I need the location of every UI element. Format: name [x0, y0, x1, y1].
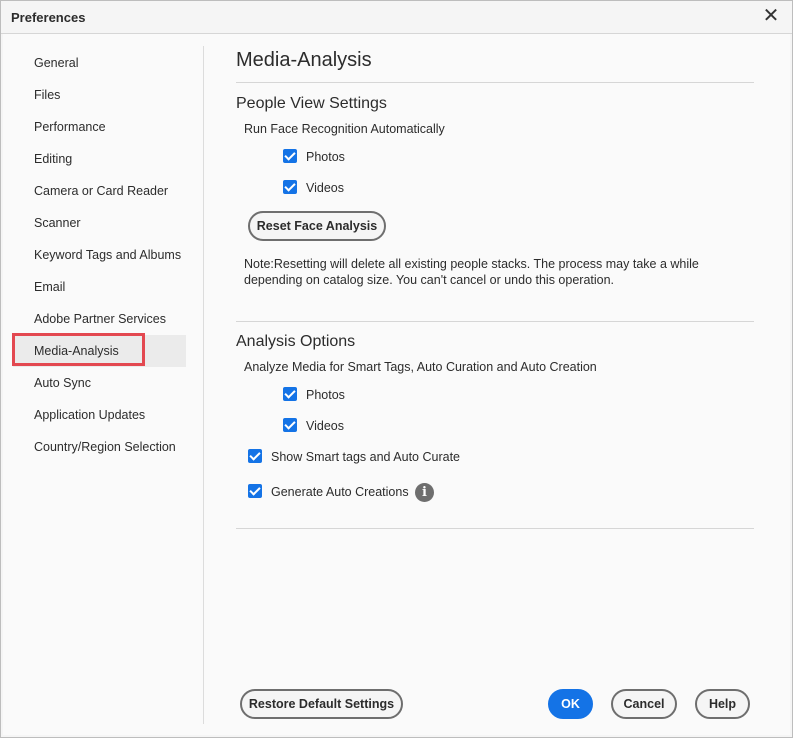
preferences-dialog: Preferences ✕ General Files Performance … — [0, 0, 793, 738]
analyze-media-label: Analyze Media for Smart Tags, Auto Curat… — [244, 360, 597, 374]
close-icon[interactable]: ✕ — [760, 5, 782, 27]
face-photos-label: Photos — [306, 150, 345, 164]
sidebar-item-camera-card-reader[interactable]: Camera or Card Reader — [13, 175, 186, 207]
sidebar-item-country-region[interactable]: Country/Region Selection — [13, 431, 186, 463]
people-view-heading: People View Settings — [236, 95, 387, 112]
help-button[interactable]: Help — [695, 689, 750, 719]
dialog-content: General Files Performance Editing Camera… — [3, 34, 790, 735]
sidebar-item-files[interactable]: Files — [13, 79, 186, 111]
sidebar: General Files Performance Editing Camera… — [3, 34, 203, 735]
face-photos-checkbox[interactable] — [283, 149, 297, 163]
sidebar-item-application-updates[interactable]: Application Updates — [13, 399, 186, 431]
cancel-button[interactable]: Cancel — [611, 689, 677, 719]
auto-creations-label: Generate Auto Creations — [271, 485, 409, 499]
sidebar-item-media-analysis[interactable]: Media-Analysis — [13, 335, 186, 367]
main-panel: Media-Analysis People View Settings Run … — [236, 34, 756, 735]
sidebar-item-general[interactable]: General — [13, 47, 186, 79]
title-bar: Preferences ✕ — [1, 1, 792, 34]
smart-tags-label: Show Smart tags and Auto Curate — [271, 450, 460, 464]
analysis-photos-checkbox[interactable] — [283, 387, 297, 401]
smart-tags-checkbox[interactable] — [248, 449, 262, 463]
face-videos-checkbox[interactable] — [283, 180, 297, 194]
sidebar-item-email[interactable]: Email — [13, 271, 186, 303]
reset-note: Note:Resetting will delete all existing … — [244, 257, 699, 287]
analysis-options-heading: Analysis Options — [236, 333, 356, 350]
page-title: Media-Analysis — [236, 49, 372, 71]
auto-creations-checkbox[interactable] — [248, 484, 262, 498]
divider — [236, 321, 754, 322]
sidebar-item-editing[interactable]: Editing — [13, 143, 186, 175]
sidebar-item-adobe-partner-services[interactable]: Adobe Partner Services — [13, 303, 186, 335]
sidebar-divider — [203, 46, 204, 724]
sidebar-item-scanner[interactable]: Scanner — [13, 207, 186, 239]
sidebar-item-keyword-tags[interactable]: Keyword Tags and Albums — [13, 239, 186, 271]
analysis-videos-checkbox[interactable] — [283, 418, 297, 432]
restore-defaults-button[interactable]: Restore Default Settings — [240, 689, 403, 719]
sidebar-item-auto-sync[interactable]: Auto Sync — [13, 367, 186, 399]
info-icon[interactable]: i — [415, 483, 434, 502]
analysis-videos-label: Videos — [306, 419, 344, 433]
divider — [236, 82, 754, 83]
run-face-recognition-label: Run Face Recognition Automatically — [244, 122, 445, 136]
ok-button[interactable]: OK — [548, 689, 593, 719]
analysis-photos-label: Photos — [306, 388, 345, 402]
sidebar-item-performance[interactable]: Performance — [13, 111, 186, 143]
face-videos-label: Videos — [306, 181, 344, 195]
window-title: Preferences — [11, 10, 86, 25]
reset-face-analysis-button[interactable]: Reset Face Analysis — [248, 211, 386, 241]
divider — [236, 528, 754, 529]
